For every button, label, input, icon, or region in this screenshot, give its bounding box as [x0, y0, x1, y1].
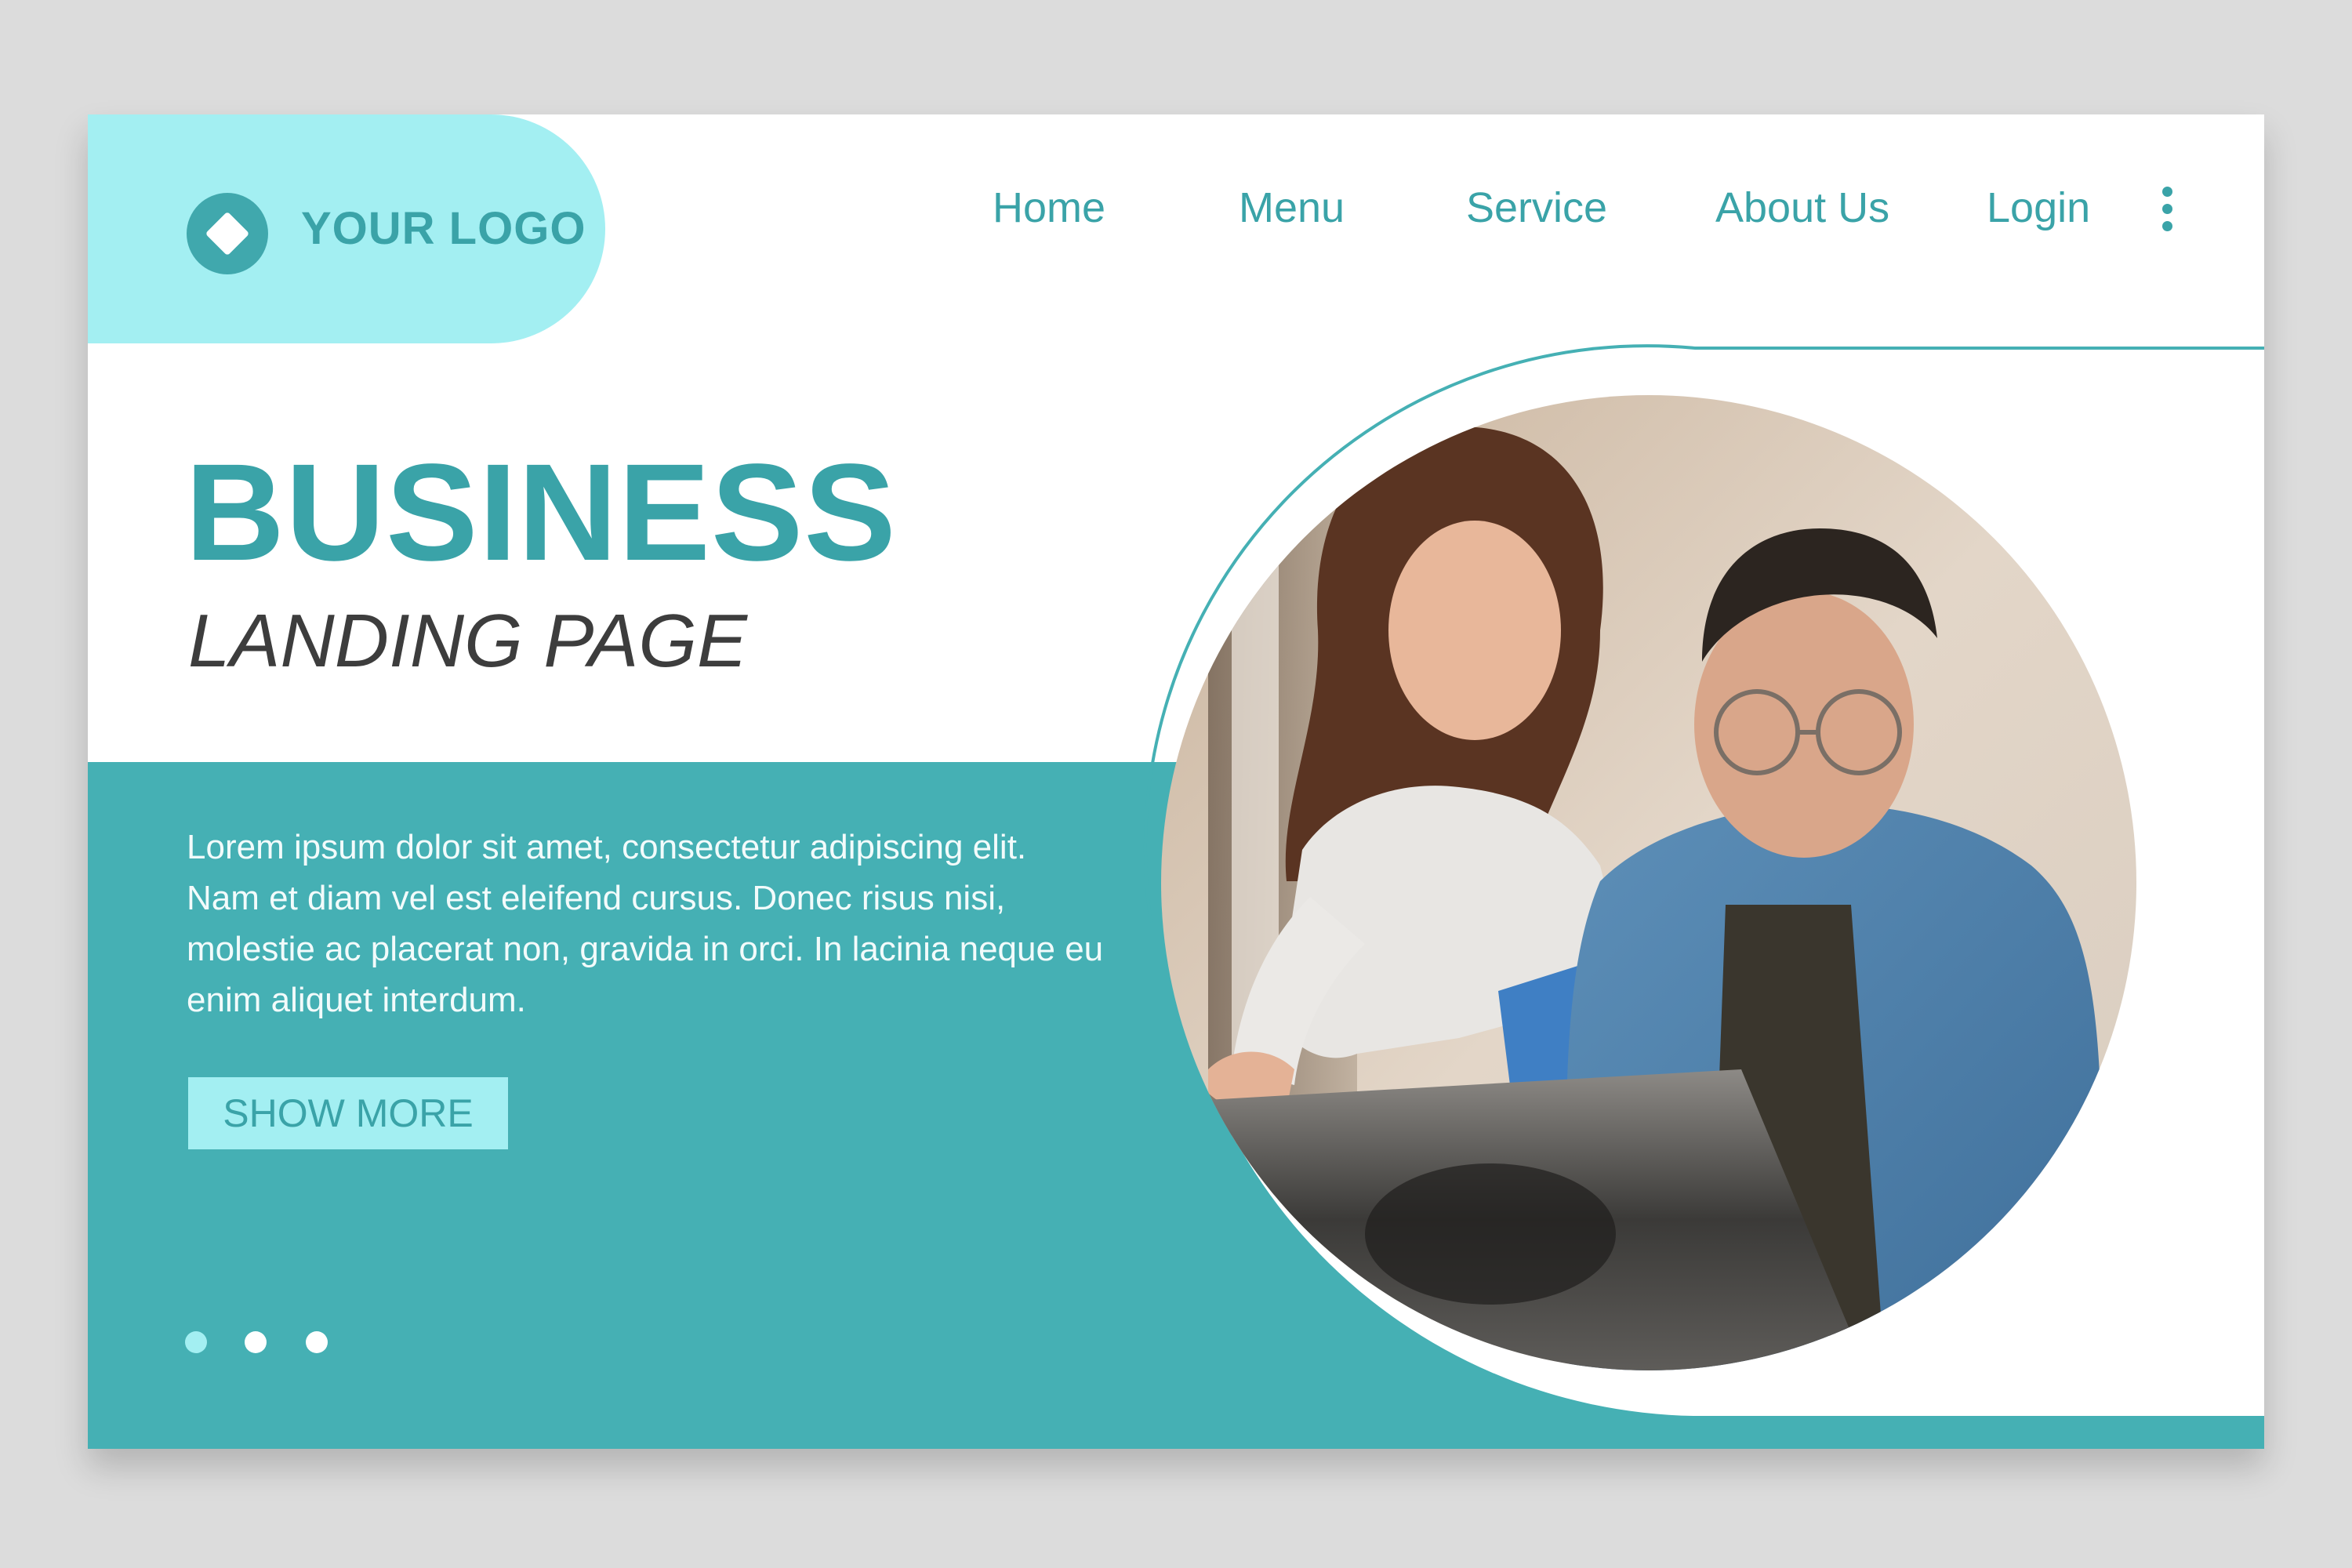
carousel-dot-2[interactable]	[245, 1331, 267, 1353]
logo-container[interactable]: YOUR LOGO	[88, 114, 605, 343]
hero-subtitle: LANDING PAGE	[188, 599, 748, 683]
kebab-dot	[2162, 187, 2172, 197]
nav-menu[interactable]: Menu	[1239, 183, 1345, 232]
carousel-dot-3[interactable]	[306, 1331, 328, 1353]
hero-body-text: Lorem ipsum dolor sit amet, consectetur …	[187, 828, 1104, 1019]
nav-login[interactable]: Login	[1987, 183, 2090, 232]
hero-photo	[1161, 395, 2136, 1370]
kebab-dot	[2162, 221, 2172, 231]
show-more-button[interactable]: SHOW MORE	[188, 1077, 508, 1149]
nav-home[interactable]: Home	[993, 183, 1105, 232]
carousel-dot-1[interactable]	[185, 1331, 207, 1353]
logo-text: YOUR LOGO	[301, 203, 586, 254]
nav-service[interactable]: Service	[1466, 183, 1607, 232]
nav-about-us[interactable]: About Us	[1715, 183, 1889, 232]
more-options-kebab-icon[interactable]	[2158, 187, 2176, 234]
diamond-logo-icon	[187, 193, 268, 274]
kebab-dot	[2162, 204, 2172, 214]
hero-title: BUSINESS	[185, 436, 897, 590]
woman-face	[1388, 521, 1561, 740]
landing-page-card: YOUR LOGO Home Menu Service About Us Log…	[88, 114, 2264, 1449]
laptop-glare	[1365, 1163, 1616, 1305]
photo-illustration	[1161, 395, 2136, 1370]
